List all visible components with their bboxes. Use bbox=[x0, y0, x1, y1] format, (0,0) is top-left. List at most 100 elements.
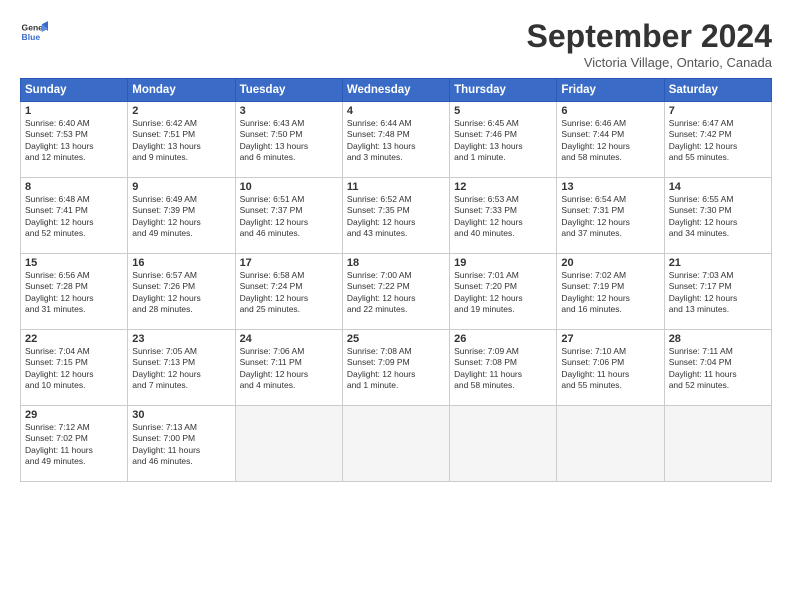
day-number: 25 bbox=[347, 333, 445, 345]
day-info: Sunrise: 7:12 AM Sunset: 7:02 PM Dayligh… bbox=[25, 422, 123, 468]
calendar-cell: 19Sunrise: 7:01 AM Sunset: 7:20 PM Dayli… bbox=[450, 254, 557, 330]
day-number: 11 bbox=[347, 181, 445, 193]
day-number: 22 bbox=[25, 333, 123, 345]
header-day-sunday: Sunday bbox=[21, 79, 128, 102]
header-day-thursday: Thursday bbox=[450, 79, 557, 102]
day-number: 28 bbox=[669, 333, 767, 345]
day-info: Sunrise: 6:49 AM Sunset: 7:39 PM Dayligh… bbox=[132, 194, 230, 240]
day-number: 1 bbox=[25, 105, 123, 117]
day-number: 24 bbox=[240, 333, 338, 345]
day-info: Sunrise: 7:04 AM Sunset: 7:15 PM Dayligh… bbox=[25, 346, 123, 392]
day-info: Sunrise: 6:57 AM Sunset: 7:26 PM Dayligh… bbox=[132, 270, 230, 316]
calendar-cell bbox=[557, 406, 664, 482]
calendar-cell: 23Sunrise: 7:05 AM Sunset: 7:13 PM Dayli… bbox=[128, 330, 235, 406]
day-number: 20 bbox=[561, 257, 659, 269]
week-row-4: 22Sunrise: 7:04 AM Sunset: 7:15 PM Dayli… bbox=[21, 330, 772, 406]
calendar-cell bbox=[450, 406, 557, 482]
day-info: Sunrise: 7:10 AM Sunset: 7:06 PM Dayligh… bbox=[561, 346, 659, 392]
day-number: 27 bbox=[561, 333, 659, 345]
day-number: 19 bbox=[454, 257, 552, 269]
calendar-cell: 17Sunrise: 6:58 AM Sunset: 7:24 PM Dayli… bbox=[235, 254, 342, 330]
calendar-cell: 10Sunrise: 6:51 AM Sunset: 7:37 PM Dayli… bbox=[235, 178, 342, 254]
day-info: Sunrise: 6:46 AM Sunset: 7:44 PM Dayligh… bbox=[561, 118, 659, 164]
day-number: 29 bbox=[25, 409, 123, 421]
week-row-2: 8Sunrise: 6:48 AM Sunset: 7:41 PM Daylig… bbox=[21, 178, 772, 254]
day-info: Sunrise: 7:05 AM Sunset: 7:13 PM Dayligh… bbox=[132, 346, 230, 392]
day-number: 7 bbox=[669, 105, 767, 117]
day-number: 4 bbox=[347, 105, 445, 117]
calendar-cell: 8Sunrise: 6:48 AM Sunset: 7:41 PM Daylig… bbox=[21, 178, 128, 254]
logo: General Blue bbox=[20, 18, 48, 46]
week-row-3: 15Sunrise: 6:56 AM Sunset: 7:28 PM Dayli… bbox=[21, 254, 772, 330]
calendar-cell bbox=[342, 406, 449, 482]
logo-icon: General Blue bbox=[20, 18, 48, 46]
day-number: 8 bbox=[25, 181, 123, 193]
day-number: 5 bbox=[454, 105, 552, 117]
day-number: 2 bbox=[132, 105, 230, 117]
day-number: 15 bbox=[25, 257, 123, 269]
day-number: 9 bbox=[132, 181, 230, 193]
calendar-cell: 26Sunrise: 7:09 AM Sunset: 7:08 PM Dayli… bbox=[450, 330, 557, 406]
header-day-saturday: Saturday bbox=[664, 79, 771, 102]
page: General Blue September 2024 Victoria Vil… bbox=[0, 0, 792, 612]
location: Victoria Village, Ontario, Canada bbox=[527, 55, 772, 70]
day-info: Sunrise: 6:55 AM Sunset: 7:30 PM Dayligh… bbox=[669, 194, 767, 240]
calendar-cell: 12Sunrise: 6:53 AM Sunset: 7:33 PM Dayli… bbox=[450, 178, 557, 254]
day-number: 23 bbox=[132, 333, 230, 345]
calendar-cell: 11Sunrise: 6:52 AM Sunset: 7:35 PM Dayli… bbox=[342, 178, 449, 254]
day-number: 18 bbox=[347, 257, 445, 269]
day-info: Sunrise: 6:40 AM Sunset: 7:53 PM Dayligh… bbox=[25, 118, 123, 164]
header-day-friday: Friday bbox=[557, 79, 664, 102]
calendar-cell: 28Sunrise: 7:11 AM Sunset: 7:04 PM Dayli… bbox=[664, 330, 771, 406]
day-info: Sunrise: 7:03 AM Sunset: 7:17 PM Dayligh… bbox=[669, 270, 767, 316]
day-info: Sunrise: 6:48 AM Sunset: 7:41 PM Dayligh… bbox=[25, 194, 123, 240]
calendar-cell: 7Sunrise: 6:47 AM Sunset: 7:42 PM Daylig… bbox=[664, 102, 771, 178]
calendar-cell: 18Sunrise: 7:00 AM Sunset: 7:22 PM Dayli… bbox=[342, 254, 449, 330]
day-info: Sunrise: 6:42 AM Sunset: 7:51 PM Dayligh… bbox=[132, 118, 230, 164]
day-number: 10 bbox=[240, 181, 338, 193]
calendar-cell: 15Sunrise: 6:56 AM Sunset: 7:28 PM Dayli… bbox=[21, 254, 128, 330]
calendar-cell: 1Sunrise: 6:40 AM Sunset: 7:53 PM Daylig… bbox=[21, 102, 128, 178]
calendar-cell: 24Sunrise: 7:06 AM Sunset: 7:11 PM Dayli… bbox=[235, 330, 342, 406]
calendar-cell: 13Sunrise: 6:54 AM Sunset: 7:31 PM Dayli… bbox=[557, 178, 664, 254]
calendar-cell: 9Sunrise: 6:49 AM Sunset: 7:39 PM Daylig… bbox=[128, 178, 235, 254]
day-info: Sunrise: 6:43 AM Sunset: 7:50 PM Dayligh… bbox=[240, 118, 338, 164]
calendar-cell: 6Sunrise: 6:46 AM Sunset: 7:44 PM Daylig… bbox=[557, 102, 664, 178]
day-number: 14 bbox=[669, 181, 767, 193]
day-number: 12 bbox=[454, 181, 552, 193]
day-info: Sunrise: 7:13 AM Sunset: 7:00 PM Dayligh… bbox=[132, 422, 230, 468]
calendar-cell: 2Sunrise: 6:42 AM Sunset: 7:51 PM Daylig… bbox=[128, 102, 235, 178]
day-info: Sunrise: 7:02 AM Sunset: 7:19 PM Dayligh… bbox=[561, 270, 659, 316]
calendar-cell: 30Sunrise: 7:13 AM Sunset: 7:00 PM Dayli… bbox=[128, 406, 235, 482]
day-info: Sunrise: 7:06 AM Sunset: 7:11 PM Dayligh… bbox=[240, 346, 338, 392]
calendar-cell: 20Sunrise: 7:02 AM Sunset: 7:19 PM Dayli… bbox=[557, 254, 664, 330]
day-info: Sunrise: 6:56 AM Sunset: 7:28 PM Dayligh… bbox=[25, 270, 123, 316]
day-number: 16 bbox=[132, 257, 230, 269]
day-info: Sunrise: 6:54 AM Sunset: 7:31 PM Dayligh… bbox=[561, 194, 659, 240]
day-info: Sunrise: 6:45 AM Sunset: 7:46 PM Dayligh… bbox=[454, 118, 552, 164]
header-day-monday: Monday bbox=[128, 79, 235, 102]
calendar-cell bbox=[664, 406, 771, 482]
header: General Blue September 2024 Victoria Vil… bbox=[20, 18, 772, 70]
calendar-cell: 29Sunrise: 7:12 AM Sunset: 7:02 PM Dayli… bbox=[21, 406, 128, 482]
header-day-tuesday: Tuesday bbox=[235, 79, 342, 102]
calendar-table: SundayMondayTuesdayWednesdayThursdayFrid… bbox=[20, 78, 772, 482]
month-title: September 2024 bbox=[527, 18, 772, 55]
calendar-cell: 25Sunrise: 7:08 AM Sunset: 7:09 PM Dayli… bbox=[342, 330, 449, 406]
day-info: Sunrise: 6:53 AM Sunset: 7:33 PM Dayligh… bbox=[454, 194, 552, 240]
day-number: 30 bbox=[132, 409, 230, 421]
day-info: Sunrise: 6:47 AM Sunset: 7:42 PM Dayligh… bbox=[669, 118, 767, 164]
calendar-cell: 4Sunrise: 6:44 AM Sunset: 7:48 PM Daylig… bbox=[342, 102, 449, 178]
day-info: Sunrise: 6:58 AM Sunset: 7:24 PM Dayligh… bbox=[240, 270, 338, 316]
calendar-cell: 16Sunrise: 6:57 AM Sunset: 7:26 PM Dayli… bbox=[128, 254, 235, 330]
week-row-1: 1Sunrise: 6:40 AM Sunset: 7:53 PM Daylig… bbox=[21, 102, 772, 178]
calendar-cell: 3Sunrise: 6:43 AM Sunset: 7:50 PM Daylig… bbox=[235, 102, 342, 178]
calendar-cell: 27Sunrise: 7:10 AM Sunset: 7:06 PM Dayli… bbox=[557, 330, 664, 406]
day-number: 13 bbox=[561, 181, 659, 193]
calendar-cell: 21Sunrise: 7:03 AM Sunset: 7:17 PM Dayli… bbox=[664, 254, 771, 330]
calendar-cell: 5Sunrise: 6:45 AM Sunset: 7:46 PM Daylig… bbox=[450, 102, 557, 178]
calendar-cell: 22Sunrise: 7:04 AM Sunset: 7:15 PM Dayli… bbox=[21, 330, 128, 406]
day-number: 26 bbox=[454, 333, 552, 345]
day-info: Sunrise: 6:51 AM Sunset: 7:37 PM Dayligh… bbox=[240, 194, 338, 240]
svg-text:Blue: Blue bbox=[22, 32, 41, 42]
